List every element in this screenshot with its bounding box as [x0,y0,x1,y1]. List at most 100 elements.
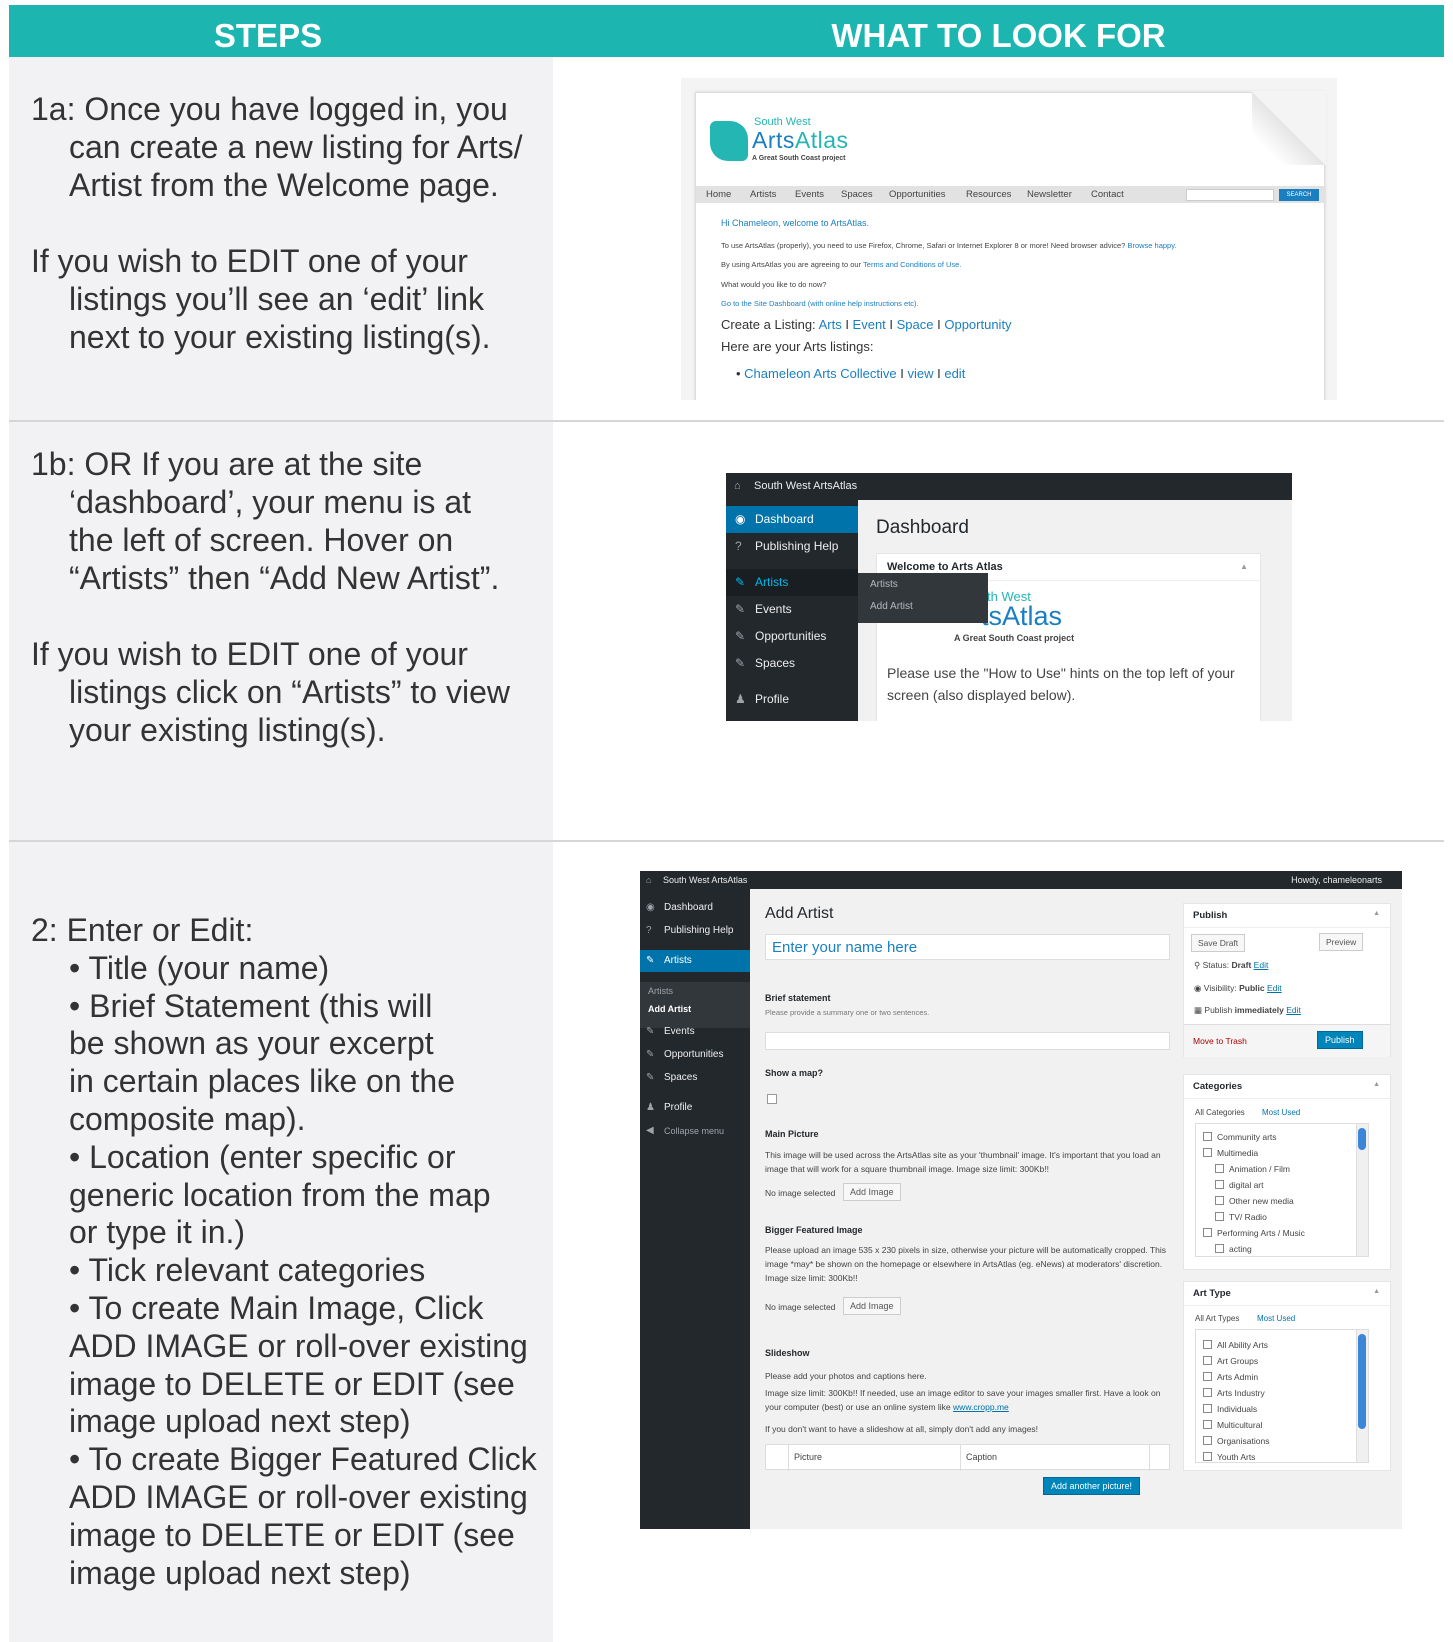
tab-all-art-types[interactable]: All Art Types [1195,1314,1239,1323]
category-item[interactable]: Community arts [1203,1132,1277,1142]
create-arts-link[interactable]: Arts [819,317,842,332]
tab-all-categories[interactable]: All Categories [1195,1108,1245,1117]
category-item[interactable]: Animation / Film [1215,1164,1290,1174]
bigger-no-image: No image selected [765,1302,836,1312]
howdy-user[interactable]: Howdy, chameleonarts [1291,871,1382,889]
admin-site-name[interactable]: South West ArtsAtlas [754,480,857,492]
menu-spaces[interactable]: ✎ Spaces [640,1067,750,1089]
edit-status-link[interactable]: Edit [1254,960,1269,970]
scrollbar[interactable] [1356,1330,1368,1462]
collapse-arrow-icon[interactable]: ▲ [1240,562,1248,571]
submenu-artists[interactable]: Artists [640,982,750,1000]
nav-resources[interactable]: Resources [966,189,1011,200]
create-space-link[interactable]: Space [897,317,934,332]
menu-collapse[interactable]: ◀ Collapse menu [640,1120,750,1142]
visibility-row: ◉ Visibility: Public Edit [1194,983,1282,993]
main-picture-text: This image will be used across the ArtsA… [765,1150,1161,1174]
search-input[interactable] [1186,189,1274,201]
art-type-item[interactable]: Arts Industry [1203,1388,1265,1398]
slideshow-text-2: Image size limit: 300Kb!! If needed, use… [765,1388,1161,1412]
menu-profile[interactable]: ♟ Profile [726,686,858,713]
art-type-item[interactable]: Organisations [1203,1436,1269,1446]
category-item[interactable]: digital art [1215,1180,1264,1190]
terms-link[interactable]: Terms and Conditions of Use. [863,260,961,269]
art-type-list: All Ability Arts Art Groups Arts Admin A… [1195,1329,1369,1463]
admin-sidebar: ◉ Dashboard ? Publishing Help ✎ Artists ✎ Ev… [726,500,858,721]
art-type-item[interactable]: Multicultural [1203,1420,1262,1430]
tab-most-used[interactable]: Most Used [1257,1314,1295,1323]
dashboard-link[interactable]: Go to the Site Dashboard (with online he… [721,299,919,308]
add-artist-screenshot: ⌂ South West ArtsAtlas Howdy, chameleona… [640,871,1402,1529]
user-icon: ♟ [646,1102,655,1113]
save-draft-button[interactable]: Save Draft [1191,934,1246,952]
pin-icon: ✎ [646,1049,655,1060]
menu-spaces[interactable]: ✎ Spaces [726,650,858,677]
add-picture-button[interactable]: Add another picture! [1043,1477,1141,1495]
scrollbar[interactable] [1356,1124,1368,1256]
nav-newsletter[interactable]: Newsletter [1027,189,1072,200]
bigger-add-image-button[interactable]: Add Image [843,1297,901,1315]
collapse-arrow-icon[interactable]: ▲ [1373,1288,1380,1295]
nav-home[interactable]: Home [706,189,731,200]
nav-opportunities[interactable]: Opportunities [889,189,946,200]
browse-happy-link[interactable]: Browse happy. [1127,241,1176,250]
slideshow-text-1: Please add your photos and captions here… [765,1371,927,1381]
category-item[interactable]: TV/ Radio [1215,1212,1267,1222]
admin-site-name[interactable]: South West ArtsAtlas [663,875,747,885]
preview-button[interactable]: Preview [1319,933,1364,951]
art-type-item[interactable]: All Ability Arts [1203,1340,1268,1350]
nav-spaces[interactable]: Spaces [841,189,873,200]
category-item[interactable]: Performing Arts / Music [1203,1228,1305,1238]
menu-artists[interactable]: ✎ Artists [640,950,750,972]
brand-tagline: A Great South Coast project [752,155,846,162]
menu-dashboard[interactable]: ◉ Dashboard [726,506,858,533]
category-item[interactable]: acting [1215,1244,1252,1254]
admin-sidebar: ◉ Dashboard ? Publishing Help ✎ Artists Art… [640,889,750,1529]
menu-opportunities[interactable]: ✎ Opportunities [726,623,858,650]
category-item[interactable]: Other new media [1215,1196,1294,1206]
listing-edit-link[interactable]: edit [944,366,965,381]
edit-visibility-link[interactable]: Edit [1267,983,1282,993]
collapse-arrow-icon[interactable]: ▲ [1373,1081,1380,1088]
move-to-trash-link[interactable]: Move to Trash [1193,1036,1247,1046]
tab-most-used[interactable]: Most Used [1262,1108,1300,1117]
art-type-item[interactable]: Arts Admin [1203,1372,1258,1382]
menu-publishing-help[interactable]: ? Publishing Help [726,533,858,560]
submenu-add-artist[interactable]: Add Artist [640,1000,750,1018]
collapse-arrow-icon[interactable]: ▲ [1373,910,1380,917]
cropp-link[interactable]: www.cropp.me [953,1402,1009,1412]
welcome-greeting: Hi Chameleon, welcome to ArtsAtlas. [721,218,870,228]
menu-profile[interactable]: ♟ Profile [640,1097,750,1119]
menu-dashboard[interactable]: ◉ Dashboard [640,897,750,919]
page-curl [1252,91,1326,165]
main-add-image-button[interactable]: Add Image [843,1183,901,1201]
nav-contact[interactable]: Contact [1091,189,1124,200]
category-item[interactable]: Multimedia [1203,1148,1258,1158]
brief-statement-input[interactable] [765,1032,1170,1050]
create-event-link[interactable]: Event [853,317,886,332]
nav-events[interactable]: Events [795,189,824,200]
col-caption: Caption [966,1452,998,1462]
flyout-add-artist[interactable]: Add Artist [858,595,988,617]
create-opportunity-link[interactable]: Opportunity [944,317,1011,332]
listing-name-link[interactable]: Chameleon Arts Collective [744,366,896,381]
listing-view-link[interactable]: view [907,366,933,381]
brand-tagline: A Great South Coast project [954,633,1075,643]
nav-artists[interactable]: Artists [750,189,776,200]
brief-statement-label: Brief statement [765,993,831,1003]
menu-opportunities[interactable]: ✎ Opportunities [640,1044,750,1066]
publish-button[interactable]: Publish [1317,1031,1363,1049]
menu-artists[interactable]: ✎ Artists [726,569,858,596]
menu-events[interactable]: ✎ Events [726,596,858,623]
flyout-artists[interactable]: Artists [858,573,988,595]
edit-schedule-link[interactable]: Edit [1286,1005,1301,1015]
art-type-item[interactable]: Individuals [1203,1404,1257,1414]
art-type-item[interactable]: Youth Arts [1203,1452,1255,1462]
art-type-item[interactable]: Art Groups [1203,1356,1258,1366]
menu-publishing-help[interactable]: ? Publishing Help [640,920,750,942]
menu-events[interactable]: ✎ Events [640,1021,750,1043]
show-map-checkbox[interactable] [767,1094,777,1104]
search-button[interactable]: SEARCH [1279,189,1319,201]
terms-notice: By using ArtsAtlas you are agreeing to o… [721,260,962,269]
title-input[interactable]: Enter your name here [765,934,1170,960]
